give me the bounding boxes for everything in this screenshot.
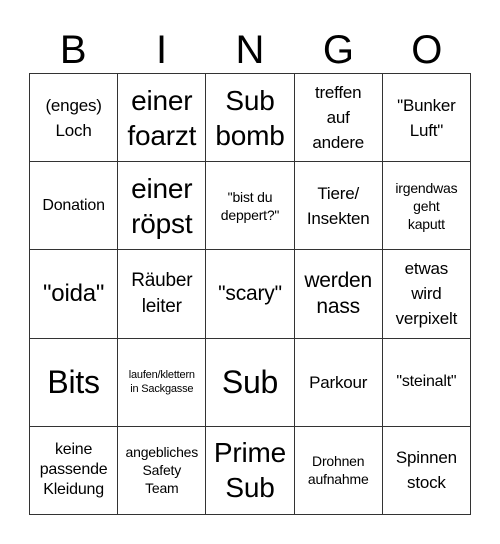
header-letter-b: B bbox=[59, 28, 87, 72]
cell-text: "bist du deppert?" bbox=[220, 188, 280, 223]
bingo-cell[interactable]: (enges) Loch bbox=[30, 74, 119, 163]
bingo-cell[interactable]: Sub bomb bbox=[206, 74, 295, 163]
cell-text: irgendwas geht kaputt bbox=[395, 179, 458, 232]
bingo-cell[interactable]: "Bunker Luft" bbox=[382, 74, 471, 163]
header-letter-o: O bbox=[411, 28, 443, 72]
cell-text: "scary" bbox=[218, 281, 282, 305]
cell-text: einer foarzt bbox=[127, 84, 197, 151]
bingo-cell[interactable]: keine passende Kleidung bbox=[30, 426, 119, 515]
bingo-cell[interactable]: Parkour bbox=[294, 338, 383, 427]
bingo-cell[interactable]: "bist du deppert?" bbox=[206, 162, 295, 251]
header-letter-g: G bbox=[322, 28, 354, 72]
cell-text: keine passende Kleidung bbox=[39, 441, 108, 499]
bingo-cell[interactable]: einer röpst bbox=[118, 162, 207, 251]
bingo-cell[interactable]: Prime Sub bbox=[206, 426, 295, 515]
cell-text: treffen auf andere bbox=[312, 83, 365, 153]
cell-text: Prime Sub bbox=[213, 437, 287, 504]
cell-text: etwas wird verpixelt bbox=[395, 259, 458, 329]
bingo-cell[interactable]: einer foarzt bbox=[118, 74, 207, 163]
cell-text: werden nass bbox=[304, 268, 373, 318]
bingo-cell[interactable]: "steinalt" bbox=[382, 338, 471, 427]
bingo-cell[interactable]: Spinnen stock bbox=[382, 426, 471, 515]
cell-text: angebliches Safety Team bbox=[125, 444, 199, 497]
cell-text: Räuber leiter bbox=[131, 269, 193, 317]
cell-text: Bits bbox=[47, 363, 100, 400]
bingo-cell[interactable]: "oida" bbox=[30, 250, 119, 339]
cell-text: Donation bbox=[42, 196, 105, 214]
bingo-cell[interactable]: Tiere/ Insekten bbox=[294, 162, 383, 251]
cell-text: Spinnen stock bbox=[395, 448, 457, 493]
cell-text: Tiere/ Insekten bbox=[306, 183, 370, 228]
cell-text: "oida" bbox=[42, 280, 105, 308]
bingo-cell[interactable]: Donation bbox=[30, 162, 119, 251]
bingo-cell[interactable]: Sub bbox=[206, 338, 295, 427]
cell-text: "steinalt" bbox=[396, 373, 457, 391]
bingo-cell[interactable]: Bits bbox=[30, 338, 119, 427]
cell-text: Sub bomb bbox=[215, 84, 285, 151]
bingo-cell[interactable]: Räuber leiter bbox=[118, 250, 207, 339]
bingo-board: (enges) Loch einer foarzt Sub bomb treff… bbox=[29, 73, 471, 515]
bingo-cell[interactable]: angebliches Safety Team bbox=[118, 426, 207, 515]
bingo-cell[interactable]: laufen/klettern in Sackgasse bbox=[118, 338, 207, 427]
bingo-cell[interactable]: Drohnen aufnahme bbox=[294, 426, 383, 515]
cell-text: laufen/klettern in Sackgasse bbox=[128, 369, 195, 396]
cell-text: einer röpst bbox=[131, 172, 193, 239]
cell-text: Sub bbox=[221, 363, 279, 400]
bingo-cell[interactable]: "scary" bbox=[206, 250, 295, 339]
bingo-cell[interactable]: etwas wird verpixelt bbox=[382, 250, 471, 339]
cell-text: Parkour bbox=[309, 372, 368, 392]
cell-text: Drohnen aufnahme bbox=[307, 453, 369, 488]
bingo-header: B I N G O bbox=[29, 28, 471, 73]
bingo-cell[interactable]: irgendwas geht kaputt bbox=[382, 162, 471, 251]
header-letter-n: N bbox=[235, 28, 265, 72]
bingo-cell[interactable]: treffen auf andere bbox=[294, 74, 383, 163]
header-letter-i: I bbox=[156, 28, 168, 72]
cell-text: (enges) Loch bbox=[45, 95, 102, 140]
cell-text: "Bunker Luft" bbox=[397, 95, 456, 140]
bingo-cell[interactable]: werden nass bbox=[294, 250, 383, 339]
